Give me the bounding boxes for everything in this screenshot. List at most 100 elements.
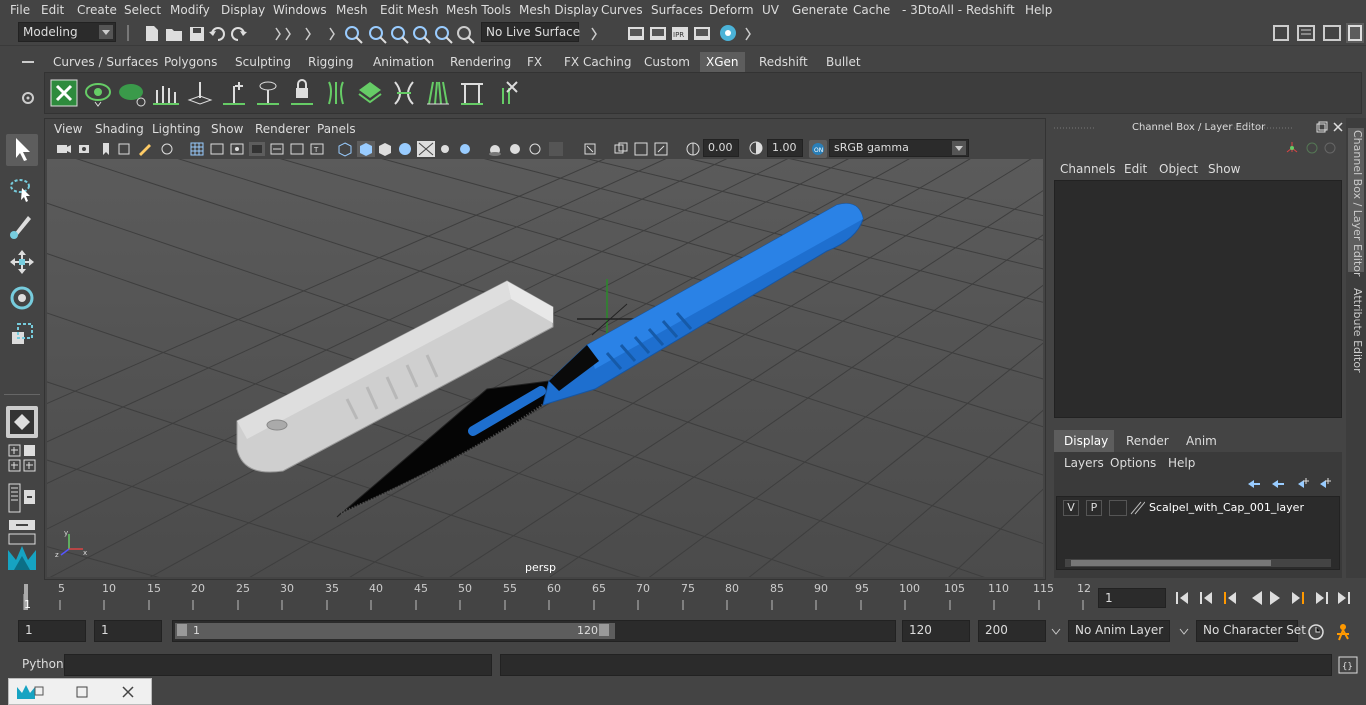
menu-mesh-tools[interactable]: Mesh Tools bbox=[446, 3, 511, 17]
xgen-delete-guides-icon[interactable] bbox=[491, 78, 521, 108]
cb-menu-object[interactable]: Object bbox=[1159, 162, 1198, 176]
layer-name[interactable]: Scalpel_with_Cap_001_layer bbox=[1149, 501, 1304, 514]
render-settings-icon[interactable] bbox=[694, 27, 710, 40]
layer-menu-options[interactable]: Options bbox=[1110, 456, 1156, 470]
panel-menu-renderer[interactable]: Renderer bbox=[255, 122, 310, 136]
scalpel-handle-mesh[interactable] bbox=[542, 203, 864, 406]
playback-end-field[interactable]: 120 bbox=[902, 620, 970, 642]
hud-icon[interactable] bbox=[614, 142, 628, 154]
character-set-field[interactable]: No Character Set bbox=[1196, 620, 1306, 642]
xgen-bend-guides-icon[interactable] bbox=[389, 78, 419, 108]
field-chart-icon[interactable] bbox=[270, 143, 284, 155]
menu-3dtoall[interactable]: - 3DtoAll - bbox=[902, 3, 962, 17]
tab-custom[interactable]: Custom bbox=[638, 52, 696, 72]
bookmark-icon[interactable] bbox=[103, 143, 109, 155]
side-tab-channel-box[interactable]: Channel Box / Layer Editor bbox=[1348, 128, 1364, 277]
frame-selection-icon[interactable] bbox=[654, 142, 668, 156]
render-sequence-icon[interactable] bbox=[650, 27, 666, 40]
panel-menu-panels[interactable]: Panels bbox=[317, 122, 356, 136]
restore-icon[interactable] bbox=[75, 685, 89, 699]
time-slider[interactable]: 5 10 15 20 25 30 35 40 45 50 55 60 65 70… bbox=[0, 580, 1366, 616]
tab-polygons[interactable]: Polygons bbox=[158, 52, 223, 72]
screen-space-ao-icon[interactable] bbox=[489, 145, 501, 156]
layer-tab-display[interactable]: Display bbox=[1054, 430, 1114, 452]
snap-point-icon[interactable] bbox=[391, 26, 409, 44]
all-lights-icon[interactable] bbox=[441, 145, 449, 153]
xgen-add-guide-icon[interactable] bbox=[219, 78, 249, 108]
image-plane-icon[interactable] bbox=[118, 143, 130, 155]
tab-rigging[interactable]: Rigging bbox=[302, 52, 359, 72]
resolution-gate-icon[interactable] bbox=[230, 143, 244, 155]
redo-icon[interactable] bbox=[231, 27, 247, 41]
menu-mesh-display[interactable]: Mesh Display bbox=[519, 3, 599, 17]
multisample-icon[interactable] bbox=[529, 143, 541, 155]
menu-windows[interactable]: Windows bbox=[273, 3, 327, 17]
panel-grip-right[interactable] bbox=[1234, 124, 1294, 132]
panel-menu-lighting[interactable]: Lighting bbox=[152, 122, 201, 136]
camera-attributes-icon[interactable] bbox=[79, 145, 89, 153]
live-surface-field[interactable]: No Live Surface bbox=[481, 22, 580, 42]
rotate-tool-icon[interactable] bbox=[6, 282, 38, 314]
menu-mesh[interactable]: Mesh bbox=[336, 3, 368, 17]
hyper-icon[interactable] bbox=[1324, 142, 1336, 154]
range-slider-start-handle[interactable] bbox=[177, 624, 187, 636]
lasso-tool-icon[interactable] bbox=[6, 174, 38, 206]
color-management-icon[interactable]: ON bbox=[809, 140, 827, 158]
step-forward-key-icon[interactable] bbox=[1316, 592, 1328, 604]
render-frame-icon[interactable] bbox=[628, 27, 644, 40]
xgen-guide-length-icon[interactable] bbox=[321, 78, 351, 108]
outliner-layout-icon[interactable] bbox=[6, 482, 38, 514]
chevron-down-icon[interactable] bbox=[1178, 627, 1190, 637]
hypershade-icon[interactable] bbox=[720, 25, 736, 41]
script-language-label[interactable]: Python bbox=[22, 657, 64, 671]
menu-surfaces[interactable]: Surfaces bbox=[651, 3, 703, 17]
cb-menu-show[interactable]: Show bbox=[1208, 162, 1240, 176]
new-empty-layer-icon[interactable] bbox=[1298, 478, 1309, 488]
menu-generate[interactable]: Generate bbox=[792, 3, 848, 17]
smooth-shade-icon[interactable] bbox=[357, 141, 375, 157]
side-tab-attribute-editor[interactable]: Attribute Editor bbox=[1348, 288, 1364, 378]
ipr-render-icon[interactable]: IPR bbox=[672, 27, 688, 40]
camera-select-icon[interactable] bbox=[57, 145, 71, 153]
tab-curves-surfaces[interactable]: Curves / Surfaces bbox=[47, 52, 164, 72]
undo-icon[interactable] bbox=[209, 27, 225, 41]
auto-key-icon[interactable] bbox=[1306, 622, 1326, 642]
range-slider-track[interactable]: 1 120 bbox=[172, 620, 896, 642]
tab-fx-caching[interactable]: FX Caching bbox=[558, 52, 637, 72]
step-forward-frame-icon[interactable] bbox=[1292, 592, 1304, 604]
layer-playback-toggle[interactable]: P bbox=[1086, 500, 1102, 516]
single-perspective-layout-icon[interactable] bbox=[6, 406, 38, 438]
four-view-layout-icon[interactable] bbox=[6, 442, 38, 474]
use-default-material-icon[interactable] bbox=[379, 143, 391, 156]
snap-surface-icon[interactable] bbox=[435, 26, 453, 44]
range-slider-bar[interactable] bbox=[175, 623, 615, 639]
chevron-down-icon[interactable] bbox=[1050, 627, 1062, 637]
colorspace-dropdown[interactable]: sRGB gamma bbox=[829, 139, 969, 157]
scalpel-cap-mesh[interactable] bbox=[236, 280, 554, 473]
layer-color-icon[interactable] bbox=[1129, 500, 1145, 516]
menu-create[interactable]: Create bbox=[77, 3, 117, 17]
toggle-tool-settings-icon[interactable] bbox=[1346, 23, 1364, 43]
grease-pencil-icon[interactable] bbox=[139, 144, 151, 156]
menu-file[interactable]: File bbox=[10, 3, 30, 17]
script-editor-icon[interactable]: {} bbox=[1338, 656, 1358, 674]
current-frame-field[interactable]: 1 bbox=[1098, 588, 1166, 608]
new-scene-icon[interactable] bbox=[146, 26, 158, 41]
xgen-guide-curve-icon[interactable] bbox=[457, 78, 487, 108]
tab-xgen[interactable]: XGen bbox=[700, 52, 745, 72]
menu-redshift[interactable]: Redshift bbox=[966, 3, 1015, 17]
channel-list[interactable] bbox=[1054, 180, 1342, 418]
end-time-field[interactable]: 200 bbox=[978, 620, 1046, 642]
go-to-end-icon[interactable] bbox=[1338, 592, 1350, 604]
menu-select[interactable]: Select bbox=[124, 3, 161, 17]
cb-menu-channels[interactable]: Channels bbox=[1060, 162, 1116, 176]
xgen-lock-guides-icon[interactable] bbox=[287, 78, 317, 108]
menu-display[interactable]: Display bbox=[221, 3, 265, 17]
menu-edit[interactable]: Edit bbox=[41, 3, 64, 17]
layer-list-scrollbar[interactable] bbox=[1065, 559, 1331, 567]
2d-pan-zoom-icon[interactable] bbox=[161, 143, 173, 155]
menu-modify[interactable]: Modify bbox=[170, 3, 210, 17]
xgen-add-guides-icon[interactable] bbox=[151, 78, 181, 108]
tab-bullet[interactable]: Bullet bbox=[820, 52, 867, 72]
animation-preferences-icon[interactable] bbox=[1334, 622, 1356, 642]
